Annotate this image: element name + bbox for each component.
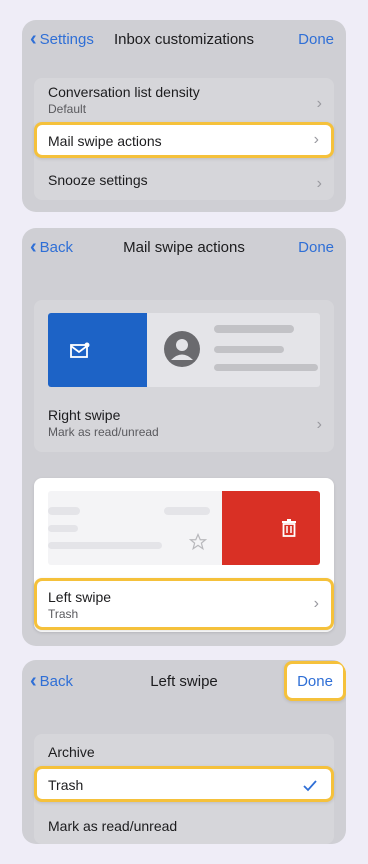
- row-label: Mail swipe actions: [48, 133, 162, 149]
- back-label: Settings: [39, 30, 94, 48]
- done-button[interactable]: Done: [298, 31, 334, 48]
- chevron-left-icon: ‹: [30, 670, 37, 692]
- row-left-swipe[interactable]: Left swipe Trash ›: [34, 578, 334, 630]
- row-conversation-density[interactable]: Conversation list density Default ›: [34, 84, 334, 124]
- row-value: Default: [48, 102, 87, 116]
- chevron-right-icon: ›: [313, 595, 319, 612]
- left-swipe-panel: ‹ Back Left swipe Done Archive Mark as r…: [22, 660, 346, 844]
- back-label: Back: [39, 238, 74, 256]
- nav-bar: ‹ Back Mail swipe actions Done: [22, 228, 346, 268]
- row-snooze-settings[interactable]: Snooze settings ›: [34, 172, 334, 196]
- option-label: Mark as read/unread: [48, 818, 178, 834]
- placeholder-line: [214, 325, 294, 333]
- inbox-customizations-panel: ‹ Settings Inbox customizations Done Con…: [22, 20, 346, 212]
- chevron-right-icon: ›: [316, 95, 322, 112]
- left-swipe-preview: [48, 491, 320, 565]
- nav-bar: ‹ Settings Inbox customizations Done: [22, 20, 346, 60]
- done-button[interactable]: Done: [298, 239, 334, 256]
- placeholder-line: [214, 346, 284, 353]
- option-label: Archive: [48, 744, 95, 760]
- checkmark-icon: [303, 780, 317, 792]
- back-button[interactable]: ‹ Back: [30, 236, 74, 258]
- back-button[interactable]: ‹ Back: [30, 670, 74, 692]
- done-button[interactable]: Done: [284, 661, 346, 701]
- left-swipe-card: Left swipe Trash ›: [34, 478, 334, 632]
- chevron-right-icon: ›: [316, 416, 322, 433]
- done-label: Done: [297, 673, 333, 690]
- chevron-left-icon: ‹: [30, 28, 37, 50]
- option-archive[interactable]: Archive: [34, 744, 334, 766]
- row-label: Conversation list density: [48, 84, 200, 100]
- placeholder-line: [164, 507, 210, 515]
- right-swipe-card: Right swipe Mark as read/unread ›: [34, 300, 334, 452]
- mail-read-icon: [70, 342, 90, 358]
- row-label: Left swipe: [48, 589, 112, 605]
- placeholder-line: [48, 525, 78, 532]
- chevron-right-icon: ›: [313, 131, 319, 148]
- trash-icon: [282, 519, 296, 537]
- avatar-icon: [164, 331, 200, 367]
- row-value: Mark as read/unread: [48, 425, 159, 439]
- mail-swipe-actions-panel: ‹ Back Mail swipe actions Done Right swi…: [22, 228, 346, 646]
- chevron-left-icon: ‹: [30, 236, 37, 258]
- row-label: Right swipe: [48, 407, 121, 423]
- back-button[interactable]: ‹ Settings: [30, 28, 94, 50]
- option-mark-read-unread[interactable]: Mark as read/unread: [34, 818, 334, 840]
- row-value: Trash: [48, 607, 79, 621]
- back-label: Back: [39, 672, 74, 690]
- placeholder-line: [48, 542, 162, 549]
- right-swipe-preview: [48, 313, 320, 387]
- placeholder-line: [48, 507, 80, 515]
- star-icon: [189, 533, 207, 551]
- row-mail-swipe-actions[interactable]: Mail swipe actions ›: [34, 122, 334, 158]
- chevron-right-icon: ›: [316, 175, 322, 192]
- row-label: Snooze settings: [48, 172, 148, 188]
- option-trash[interactable]: Trash: [34, 766, 334, 802]
- option-label: Trash: [48, 777, 84, 793]
- row-right-swipe[interactable]: Right swipe Mark as read/unread ›: [34, 407, 334, 443]
- swipe-action-area: [222, 491, 320, 565]
- placeholder-line: [214, 364, 318, 371]
- swipe-action-area: [48, 313, 147, 387]
